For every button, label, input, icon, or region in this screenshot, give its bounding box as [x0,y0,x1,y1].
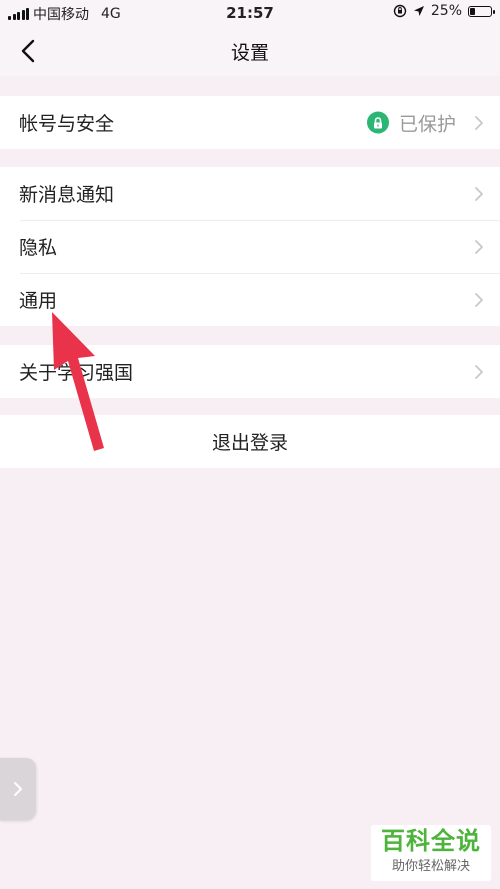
row-general[interactable]: 通用 [0,273,500,326]
row-account-security[interactable]: 帐号与安全 已保护 [0,96,500,149]
logout-group: 退出登录 [0,415,500,468]
chevron-right-icon [475,115,483,130]
logout-button[interactable]: 退出登录 [0,415,500,468]
orientation-lock-icon [393,4,407,18]
row-label: 关于学习强国 [19,362,134,384]
battery-icon [468,5,495,17]
watermark-subtitle: 助你轻松解决 [391,859,470,874]
settings-group-general: 新消息通知 隐私 通用 [0,167,500,326]
settings-group-account: 帐号与安全 已保护 [0,96,500,149]
watermark-title: 百科全说 [381,827,481,855]
settings-group-about: 关于学习强国 [0,345,500,398]
side-drawer-handle[interactable] [0,758,36,820]
row-privacy[interactable]: 隐私 [0,220,500,273]
chevron-right-icon [14,782,22,796]
row-label: 新消息通知 [19,184,115,206]
chevron-right-icon [475,239,483,254]
row-label: 隐私 [19,237,58,259]
status-bar: 中国移动 4G 21:57 25% [0,0,500,26]
logout-label: 退出登录 [211,432,288,454]
lock-icon [366,111,389,134]
chevron-right-icon [475,292,483,307]
row-label: 通用 [19,290,58,312]
nav-bar: 设置 [0,26,500,76]
chevron-right-icon [475,364,483,379]
battery-percent: 25% [430,3,462,19]
row-label: 帐号与安全 [19,113,115,135]
chevron-right-icon [475,186,483,201]
status-text: 已保护 [398,113,456,135]
page-title: 设置 [230,42,269,64]
watermark-logo: 百科全说 助你轻松解决 [371,825,491,881]
protection-status: 已保护 [366,109,456,136]
row-about[interactable]: 关于学习强国 [0,345,500,398]
row-notifications[interactable]: 新消息通知 [0,167,500,220]
location-icon [413,6,424,16]
status-right: 25% [393,3,495,19]
